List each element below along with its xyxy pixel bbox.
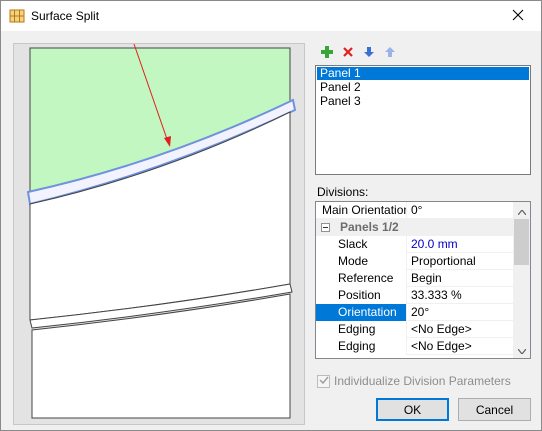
property-grid-scrollbar[interactable]: [513, 202, 530, 358]
prop-name: Edging: [316, 321, 406, 338]
scroll-thumb[interactable]: [514, 219, 529, 265]
move-down-icon: [363, 46, 375, 61]
prop-row-reference[interactable]: Reference Begin: [316, 270, 514, 287]
divisions-label: Divisions:: [317, 185, 369, 199]
checkmark-icon: [318, 374, 329, 388]
prop-value[interactable]: Proportional: [406, 253, 514, 270]
scroll-up-button[interactable]: [513, 202, 530, 219]
title-bar: Surface Split: [1, 1, 541, 31]
cancel-button[interactable]: Cancel: [458, 398, 531, 421]
prop-value[interactable]: 0°: [406, 202, 514, 219]
prop-name: Position: [316, 287, 406, 304]
move-up-button[interactable]: [382, 45, 398, 61]
delete-icon: [342, 46, 354, 61]
divisions-property-grid[interactable]: Main Orientation 0° Panels 1/2 Slack 20.…: [315, 201, 531, 359]
prop-value[interactable]: Begin: [406, 270, 514, 287]
grid-panel-icon: [9, 8, 25, 24]
prop-row-position[interactable]: Position 33.333 %: [316, 287, 514, 304]
add-panel-button[interactable]: [319, 45, 335, 61]
delete-panel-button[interactable]: [340, 45, 356, 61]
prop-value[interactable]: 20.0 mm: [406, 236, 514, 253]
prop-value[interactable]: <No Edge>: [406, 338, 514, 355]
window-title: Surface Split: [31, 9, 100, 23]
list-item-panel-2[interactable]: Panel 2: [317, 81, 529, 94]
surface-split-dialog: Surface Split Panel 1 Panel 2 Panel 3 Di…: [0, 0, 542, 431]
individualize-checkbox-row: Individualize Division Parameters: [317, 374, 511, 388]
move-down-button[interactable]: [361, 45, 377, 61]
prop-name: Orientation: [316, 304, 406, 321]
prop-row-orientation[interactable]: Orientation 20°: [316, 304, 514, 321]
prop-value[interactable]: <No Edge>: [406, 321, 514, 338]
prop-row-mode[interactable]: Mode Proportional: [316, 253, 514, 270]
prop-name: Reference: [316, 270, 406, 287]
prop-row-edging[interactable]: Edging <No Edge>: [316, 338, 514, 355]
scroll-down-button[interactable]: [513, 341, 530, 358]
close-button[interactable]: [495, 1, 541, 31]
category-label: Panels 1/2: [340, 220, 399, 234]
close-icon: [512, 9, 524, 24]
individualize-checkbox[interactable]: [317, 374, 330, 388]
prop-name: Slack: [316, 236, 406, 253]
prop-value[interactable]: 20°: [406, 304, 514, 321]
collapse-icon[interactable]: [321, 223, 330, 232]
prop-name: Main Orientation: [322, 203, 406, 217]
chevron-up-icon: [517, 204, 526, 218]
prop-row-slack[interactable]: Slack 20.0 mm: [316, 236, 514, 253]
ok-button[interactable]: OK: [376, 398, 449, 421]
prop-row-main-orientation[interactable]: Main Orientation 0°: [316, 202, 514, 219]
list-item-panel-1[interactable]: Panel 1: [317, 67, 529, 80]
prop-name: Mode: [316, 253, 406, 270]
list-item-panel-3[interactable]: Panel 3: [317, 95, 529, 108]
prop-category-panels[interactable]: Panels 1/2: [316, 219, 514, 236]
chevron-down-icon: [517, 343, 526, 357]
surface-preview[interactable]: [13, 43, 305, 425]
move-up-icon: [384, 46, 396, 61]
individualize-label: Individualize Division Parameters: [334, 374, 511, 388]
add-icon: [320, 45, 334, 62]
panel-list[interactable]: Panel 1 Panel 2 Panel 3: [315, 65, 531, 175]
panel-toolbar: [319, 45, 398, 61]
prop-value[interactable]: 33.333 %: [406, 287, 514, 304]
prop-row-edging[interactable]: Edging <No Edge>: [316, 321, 514, 338]
prop-name: Edging: [316, 338, 406, 355]
